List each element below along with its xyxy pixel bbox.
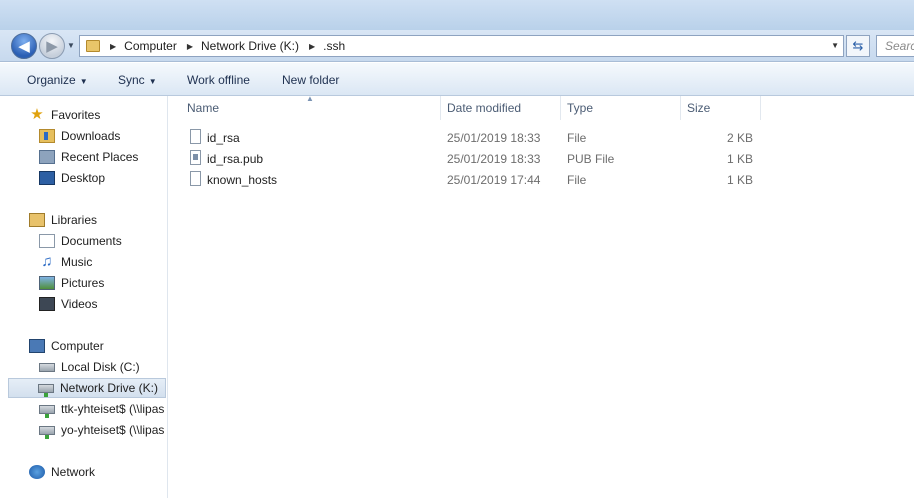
file-type: PUB File bbox=[567, 152, 615, 166]
file-name: id_rsa.pub bbox=[207, 152, 264, 166]
file-date-modified: 25/01/2019 17:44 bbox=[447, 173, 541, 187]
sidebar-item-documents[interactable]: Documents bbox=[39, 231, 122, 251]
sidebar-item-label: Local Disk (C:) bbox=[61, 360, 140, 374]
file-type: File bbox=[567, 173, 587, 187]
chevron-down-icon: ▼ bbox=[79, 77, 88, 86]
file-icon bbox=[190, 129, 201, 144]
file-name: id_rsa bbox=[207, 131, 240, 145]
column-header-name[interactable]: Name bbox=[181, 96, 440, 120]
sidebar-section-label: Libraries bbox=[51, 213, 98, 227]
breadcrumb-network-drive[interactable]: Network Drive (K:) bbox=[201, 39, 299, 53]
sidebar-network[interactable]: Network bbox=[29, 462, 95, 482]
file-date-modified: 25/01/2019 18:33 bbox=[447, 131, 541, 145]
recent-places-icon bbox=[39, 150, 55, 164]
file-date-modified: 25/01/2019 18:33 bbox=[447, 152, 541, 166]
pictures-icon bbox=[39, 276, 55, 290]
chevron-right-icon[interactable]: ▶ bbox=[309, 42, 315, 51]
sync-label: Sync bbox=[118, 73, 145, 87]
file-icon bbox=[190, 171, 201, 186]
address-row: ◀ ▶ ▼ ▶ Computer ▶ Network Drive (K:) ▶ … bbox=[0, 30, 914, 62]
breadcrumb-computer[interactable]: Computer bbox=[124, 39, 177, 53]
sync-button[interactable]: Sync ▼ bbox=[118, 73, 157, 87]
organize-button[interactable]: Organize ▼ bbox=[27, 73, 88, 87]
sidebar-libraries[interactable]: Libraries bbox=[29, 210, 97, 230]
breadcrumb-ssh[interactable]: .ssh bbox=[323, 39, 345, 53]
sidebar-item-yo-yhteiset[interactable]: yo-yhteiset$ (\\lipas bbox=[39, 420, 164, 440]
sidebar-item-videos[interactable]: Videos bbox=[39, 294, 97, 314]
address-history-dropdown-icon[interactable]: ▼ bbox=[831, 41, 839, 50]
column-divider[interactable] bbox=[760, 96, 761, 120]
file-name: known_hosts bbox=[207, 173, 278, 187]
file-type: File bbox=[567, 131, 587, 145]
network-drive-icon bbox=[39, 404, 55, 418]
refresh-icon: ⇆ bbox=[852, 38, 864, 53]
sidebar-item-downloads[interactable]: Downloads bbox=[39, 126, 120, 146]
file-size: 1 KB bbox=[726, 152, 753, 166]
sidebar-item-label: Music bbox=[61, 255, 93, 269]
sidebar-item-label: ttk-yhteiset$ (\\lipas bbox=[61, 402, 165, 416]
sidebar-section-label: Network bbox=[51, 465, 96, 479]
column-header-date-modified[interactable]: Date modified bbox=[441, 96, 560, 120]
sidebar-item-label: Videos bbox=[61, 297, 98, 311]
refresh-button[interactable]: ⇆ bbox=[846, 35, 870, 57]
sidebar-item-ttk-yhteiset[interactable]: ttk-yhteiset$ (\\lipas bbox=[39, 399, 164, 419]
sidebar-item-label: Desktop bbox=[61, 171, 106, 185]
music-note-icon: ♫ bbox=[41, 253, 53, 270]
sidebar-item-local-disk[interactable]: Local Disk (C:) bbox=[39, 357, 140, 377]
file-size: 2 KB bbox=[726, 131, 753, 145]
column-header-type[interactable]: Type bbox=[561, 96, 680, 120]
downloads-folder-icon bbox=[39, 129, 55, 143]
sidebar-section-label: Favorites bbox=[51, 108, 101, 122]
file-row-id-rsa[interactable]: id_rsa 25/01/2019 18:33 File 2 KB bbox=[183, 127, 763, 148]
navigation-pane: ★ Favorites Downloads Recent Places Desk… bbox=[0, 96, 168, 498]
sidebar-item-label: Downloads bbox=[61, 129, 121, 143]
pub-file-icon bbox=[190, 150, 201, 165]
organize-label: Organize bbox=[27, 73, 76, 87]
hard-disk-icon bbox=[39, 362, 55, 372]
sidebar-item-network-drive[interactable]: Network Drive (K:) bbox=[8, 378, 166, 398]
file-row-known-hosts[interactable]: known_hosts 25/01/2019 17:44 File 1 KB bbox=[183, 169, 763, 190]
sidebar-item-label: Network Drive (K:) bbox=[60, 381, 159, 395]
new-folder-button[interactable]: New folder bbox=[282, 73, 339, 87]
sidebar-item-pictures[interactable]: Pictures bbox=[39, 273, 104, 293]
chevron-down-icon: ▼ bbox=[148, 77, 157, 86]
libraries-icon bbox=[29, 213, 45, 227]
arrow-left-icon: ◀ bbox=[18, 38, 30, 55]
recent-pages-dropdown[interactable]: ▼ bbox=[67, 41, 77, 51]
videos-icon bbox=[39, 297, 55, 311]
work-offline-button[interactable]: Work offline bbox=[187, 73, 250, 87]
network-globe-icon bbox=[29, 465, 45, 479]
chevron-right-icon[interactable]: ▶ bbox=[187, 42, 193, 51]
computer-icon bbox=[29, 339, 45, 353]
window-title-bar bbox=[0, 0, 914, 30]
sidebar-item-label: Pictures bbox=[61, 276, 105, 290]
file-size: 1 KB bbox=[726, 173, 753, 187]
desktop-icon bbox=[39, 171, 55, 185]
sidebar-item-desktop[interactable]: Desktop bbox=[39, 168, 105, 188]
sidebar-item-label: Documents bbox=[61, 234, 122, 248]
network-drive-icon bbox=[39, 425, 55, 439]
sidebar-item-recent-places[interactable]: Recent Places bbox=[39, 147, 138, 167]
star-icon: ★ bbox=[30, 106, 44, 123]
folder-icon bbox=[86, 40, 100, 52]
sidebar-item-label: yo-yhteiset$ (\\lipas bbox=[61, 423, 165, 437]
column-header-size[interactable]: Size bbox=[681, 96, 760, 120]
chevron-right-icon[interactable]: ▶ bbox=[110, 42, 116, 51]
arrow-right-icon: ▶ bbox=[46, 38, 58, 55]
command-bar: Organize ▼ Sync ▼ Work offline New folder bbox=[0, 63, 914, 96]
sidebar-computer[interactable]: Computer bbox=[29, 336, 104, 356]
sidebar-section-label: Computer bbox=[51, 339, 104, 353]
forward-button[interactable]: ▶ bbox=[39, 33, 65, 59]
back-button[interactable]: ◀ bbox=[11, 33, 37, 59]
address-bar[interactable]: ▶ Computer ▶ Network Drive (K:) ▶ .ssh ▼ bbox=[79, 35, 844, 57]
sidebar-item-music[interactable]: ♫ Music bbox=[39, 252, 92, 272]
documents-icon bbox=[39, 234, 55, 248]
file-row-id-rsa-pub[interactable]: id_rsa.pub 25/01/2019 18:33 PUB File 1 K… bbox=[183, 148, 763, 169]
network-drive-icon bbox=[38, 383, 54, 397]
sidebar-item-label: Recent Places bbox=[61, 150, 139, 164]
search-input[interactable]: Search bbox=[876, 35, 914, 57]
sidebar-favorites[interactable]: ★ Favorites bbox=[29, 105, 100, 125]
